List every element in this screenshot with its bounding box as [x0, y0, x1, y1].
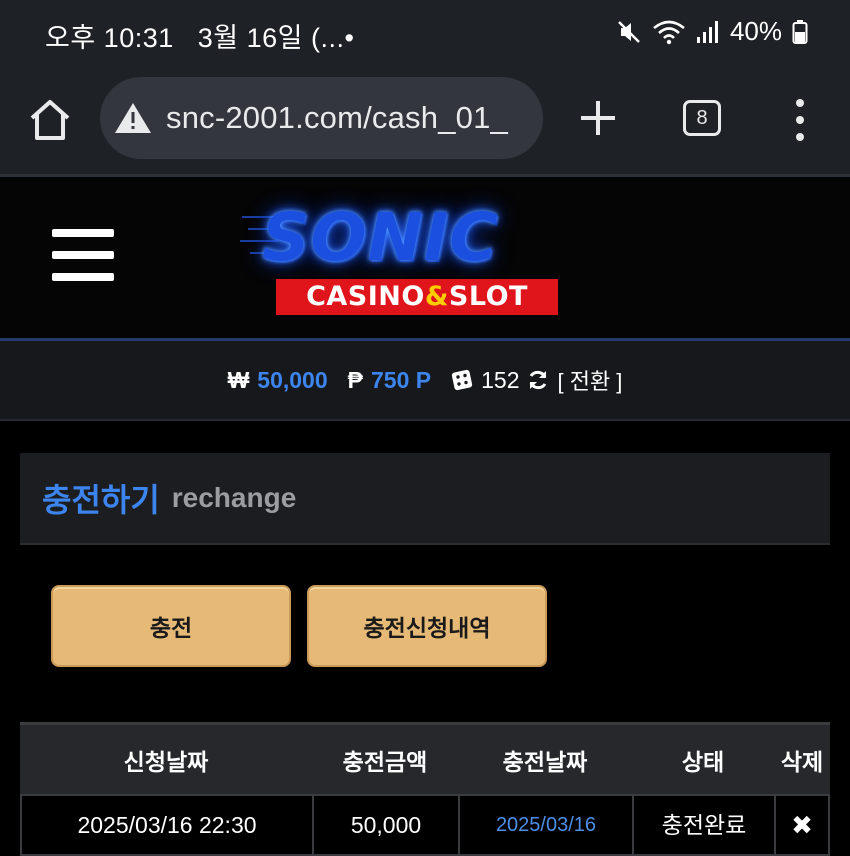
- header-amount: 충전금액: [342, 748, 428, 775]
- tab-switcher-button[interactable]: 8: [683, 100, 721, 136]
- logo-sub-casino: CASINO: [306, 281, 425, 312]
- more-menu-icon[interactable]: [792, 98, 808, 142]
- cell-status: 충전완료: [632, 794, 774, 856]
- won-icon: ₩: [227, 366, 250, 393]
- logo-title: SONIC: [262, 199, 499, 276]
- status-bar: 오후 10:31 3월 16일 (...• 40%: [0, 0, 850, 70]
- url-text[interactable]: snc-2001.com/cash_01_: [166, 100, 508, 136]
- charge-history-table: 신청날짜 충전금액 충전날짜 상태 삭제 2025/03/16 22:30 50…: [20, 722, 830, 856]
- site-logo[interactable]: SONIC CASINO&SLOT: [240, 197, 590, 317]
- delete-icon[interactable]: ✖: [774, 794, 830, 856]
- won-value: 50,000: [257, 366, 328, 393]
- address-bar[interactable]: snc-2001.com/cash_01_: [100, 77, 543, 159]
- chip-balance: 152 [ 전환 ]: [451, 364, 622, 396]
- site-header: SONIC CASINO&SLOT: [0, 177, 850, 339]
- point-icon: ₱: [347, 366, 363, 393]
- header-charge-date: 충전날짜: [502, 748, 588, 775]
- point-value: 750 P: [371, 366, 432, 393]
- balance-bar: ₩ 50,000 ₱ 750 P 152 [ 전환 ]: [0, 341, 850, 421]
- home-icon[interactable]: [26, 96, 74, 144]
- clock-text: 오후 10:31: [45, 23, 174, 53]
- logo-sub-slot: SLOT: [448, 281, 528, 312]
- chip-value: 152: [481, 366, 520, 393]
- warning-icon[interactable]: [114, 101, 152, 135]
- status-time: 오후 10:31 3월 16일 (...•: [45, 16, 354, 55]
- logo-subtitle: CASINO&SLOT: [276, 279, 558, 315]
- logo-sub-amp: &: [424, 281, 449, 312]
- point-balance: ₱ 750 P: [348, 367, 431, 394]
- status-icons: 40%: [616, 16, 808, 47]
- header-request-date: 신청날짜: [123, 748, 209, 775]
- hamburger-menu-icon[interactable]: [52, 229, 114, 285]
- page-title: 충전하기 rechange: [20, 453, 830, 545]
- date-text: 3월 16일 (...•: [197, 23, 355, 53]
- cell-charge-date: 2025/03/16: [458, 794, 632, 856]
- battery-icon: [792, 19, 808, 44]
- cell-amount: 50,000: [312, 794, 458, 856]
- convert-button[interactable]: [ 전환 ]: [557, 364, 622, 396]
- table-row: 2025/03/16 22:30 50,000 2025/03/16 충전완료 …: [20, 794, 830, 856]
- charge-button[interactable]: 충전: [51, 585, 291, 667]
- charge-history-button[interactable]: 충전신청내역: [307, 585, 547, 667]
- header-delete: 삭제: [780, 748, 824, 775]
- wifi-icon: [653, 20, 685, 44]
- page-title-english: rechange: [171, 482, 297, 513]
- dice-icon: [451, 369, 473, 391]
- header-status: 상태: [681, 748, 725, 775]
- signal-icon: [696, 20, 718, 43]
- mute-icon: [618, 20, 640, 43]
- refresh-icon[interactable]: [527, 369, 549, 391]
- new-tab-icon[interactable]: [578, 98, 618, 138]
- battery-percent: 40%: [729, 16, 782, 46]
- table-header: 신청날짜 충전금액 충전날짜 상태 삭제: [20, 722, 830, 794]
- won-balance: ₩ 50,000: [228, 367, 328, 394]
- browser-toolbar: snc-2001.com/cash_01_ 8: [0, 70, 850, 174]
- page-title-korean: 충전하기: [42, 482, 160, 518]
- cell-request-date: 2025/03/16 22:30: [20, 794, 312, 856]
